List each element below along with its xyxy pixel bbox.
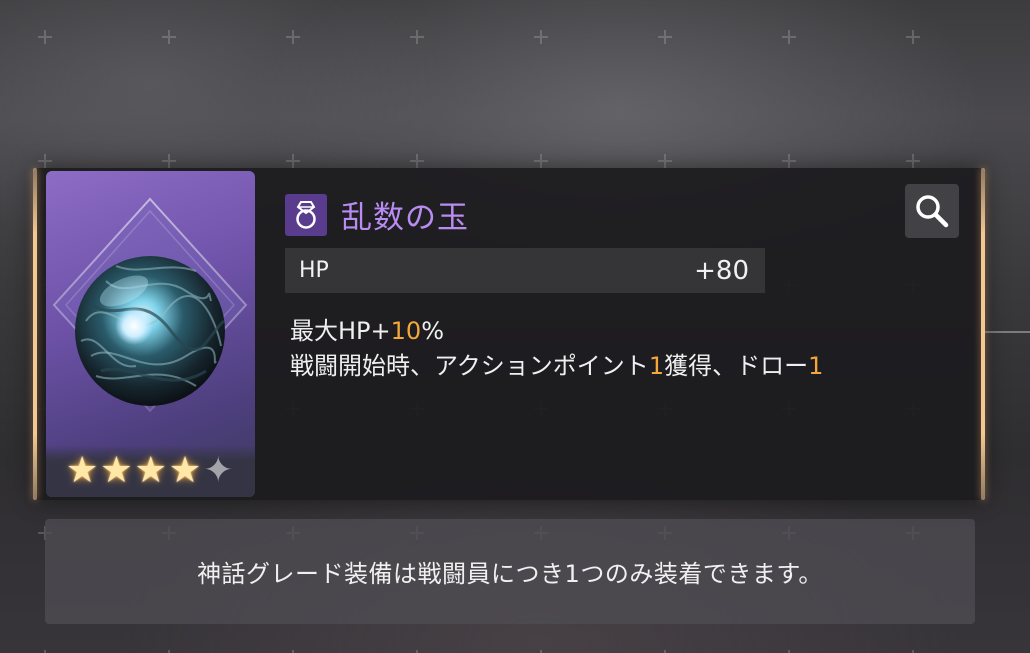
grid-cross-icon: [658, 30, 672, 44]
star-filled-icon: ★: [134, 450, 167, 491]
grid-cross-icon: [38, 154, 52, 168]
item-detail-card: ★ ★ ★ ★ ✦ 乱数の玉 HP +80 最大HP+10% 戦闘開始時、アクシ…: [33, 168, 985, 500]
grid-cross-icon: [906, 30, 920, 44]
effect-value: 1: [808, 352, 824, 380]
grid-cross-icon: [782, 30, 796, 44]
grid-cross-icon: [286, 154, 300, 168]
grid-cross-icon: [782, 154, 796, 168]
stat-row-hp: HP +80: [285, 248, 765, 293]
effect-value: 10: [390, 317, 422, 345]
item-name: 乱数の玉: [341, 200, 469, 236]
zoom-button[interactable]: [905, 184, 959, 238]
grid-cross-icon: [658, 154, 672, 168]
star-filled-icon: ★: [100, 450, 133, 491]
stat-label: HP: [299, 258, 329, 283]
grid-cross-icon: [162, 30, 176, 44]
equip-limit-notice: 神話グレード装備は戦闘員につき1つのみ装着できます。: [45, 519, 975, 624]
effect-line-2: 戦闘開始時、アクションポイント1獲得、ドロー1: [290, 349, 823, 384]
item-artwork: ★ ★ ★ ★ ✦: [46, 171, 255, 497]
grid-cross-icon: [906, 154, 920, 168]
star-filled-icon: ★: [66, 450, 99, 491]
effect-text: 最大HP+: [290, 317, 391, 345]
grid-cross-icon: [410, 30, 424, 44]
rarity-stars: ★ ★ ★ ★ ✦: [66, 453, 233, 489]
grid-cross-icon: [286, 30, 300, 44]
effect-text: %: [421, 317, 444, 345]
item-effect-description: 最大HP+10% 戦闘開始時、アクションポイント1獲得、ドロー1: [290, 314, 823, 384]
grid-cross-icon: [162, 154, 176, 168]
item-title-row: 乱数の玉: [285, 192, 469, 237]
star-empty-icon: ✦: [203, 450, 234, 491]
stat-value: +80: [694, 255, 749, 286]
notice-text: 神話グレード装備は戦闘員につき1つのみ装着できます。: [197, 560, 823, 588]
star-filled-icon: ★: [168, 450, 202, 491]
background-divider-line: [980, 331, 1030, 333]
grid-cross-icon: [410, 154, 424, 168]
effect-line-1: 最大HP+10%: [290, 314, 823, 349]
card-frame-right-glow: [981, 168, 985, 500]
effect-text: 戦闘開始時、アクションポイント: [290, 352, 649, 380]
grid-cross-icon: [534, 30, 548, 44]
grid-cross-icon: [38, 30, 52, 44]
effect-text: 獲得、ドロー: [664, 352, 809, 380]
grid-cross-icon: [534, 154, 548, 168]
card-frame-left-glow: [33, 168, 37, 500]
ring-icon: [285, 193, 327, 236]
search-icon: [916, 195, 949, 228]
effect-value: 1: [648, 352, 665, 380]
